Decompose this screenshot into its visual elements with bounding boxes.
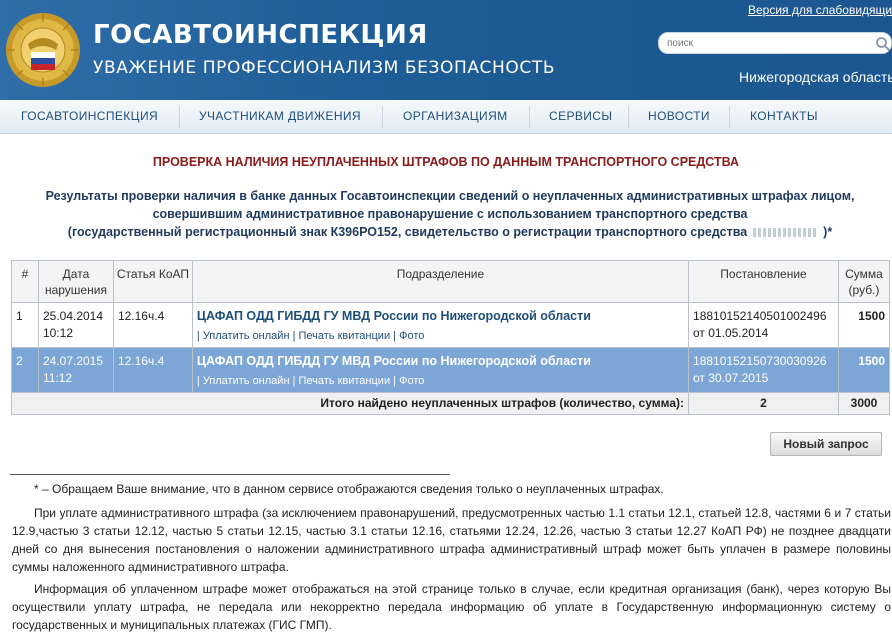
intro-line-end: )* — [823, 225, 833, 239]
intro-line: (государственный регистрационный знак К3… — [10, 223, 890, 241]
cell-amount: 1500 — [837, 302, 891, 348]
cell-decree: 18810152150730030926 от 30.07.2015 — [688, 347, 839, 393]
print-receipt-link[interactable]: Печать квитанции — [299, 375, 391, 387]
search-icon[interactable] — [875, 36, 891, 52]
unit-link[interactable]: ЦАФАП ОДД ГИБДД ГУ МВД России по Нижегор… — [197, 353, 684, 370]
decree-date: от 30.07.2015 — [693, 371, 769, 385]
column-header-decree: Постановление — [688, 260, 839, 303]
fines-table: # Дата нарушения Статья КоАП Подразделен… — [10, 260, 891, 415]
total-sum: 3000 — [837, 392, 891, 415]
cell-amount: 1500 — [837, 347, 891, 393]
violation-time: 10:12 — [42, 326, 73, 340]
search-box[interactable] — [658, 32, 892, 54]
total-label: Итого найдено неуплаченных штрафов (коли… — [10, 392, 690, 415]
results-intro: Результаты проверки наличия в банке данн… — [10, 187, 890, 241]
pay-online-link[interactable]: Уплатить онлайн — [203, 375, 290, 387]
unit-link[interactable]: ЦАФАП ОДД ГИБДД ГУ МВД России по Нижегор… — [197, 308, 684, 325]
cell-unit: ЦАФАП ОДД ГИБДД ГУ МВД России по Нижегор… — [191, 347, 690, 393]
cell-num: 1 — [11, 302, 39, 348]
search-input[interactable] — [667, 36, 867, 51]
footnote-unpaid-only: * – Обращаем Ваше внимание, что в данном… — [34, 482, 664, 496]
violation-date: 24.07.2015 — [42, 354, 104, 368]
new-request-button[interactable]: Новый запрос — [770, 432, 882, 456]
cell-date: 24.07.2015 11:12 — [37, 347, 114, 393]
nav-item-road-users[interactable]: УЧАСТНИКАМ ДВИЖЕНИЯ — [199, 100, 361, 133]
table-row-selected[interactable]: 2 24.07.2015 11:12 12.16ч.4 ЦАФАП ОДД ГИ… — [11, 347, 891, 393]
cell-article: 12.16ч.4 — [112, 302, 193, 348]
footnote-divider — [10, 474, 450, 475]
print-receipt-link[interactable]: Печать квитанции — [299, 330, 391, 342]
nav-item-gosavtoinspektsiya[interactable]: ГОСАВТОИНСПЕКЦИЯ — [21, 100, 158, 133]
table-header-row: # Дата нарушения Статья КоАП Подразделен… — [11, 260, 891, 303]
column-header-article: Статья КоАП — [112, 260, 193, 303]
nav-separator — [382, 106, 383, 128]
photo-link[interactable]: Фото — [399, 375, 424, 387]
violation-date: 25.04.2014 — [42, 309, 104, 323]
region-name[interactable]: Нижегородская область — [739, 69, 892, 85]
nav-separator — [628, 106, 629, 128]
cell-date: 25.04.2014 10:12 — [37, 302, 114, 348]
note-discount-info: При уплате административного штрафа (за … — [12, 506, 891, 574]
nav-separator — [529, 106, 530, 128]
cell-unit: ЦАФАП ОДД ГИБДД ГУ МВД России по Нижегор… — [191, 302, 690, 348]
intro-line: Результаты проверки наличия в банке данн… — [45, 189, 855, 203]
column-header-amount: Сумма (руб.) — [837, 260, 891, 303]
masked-certificate-number — [753, 228, 818, 238]
accessible-version-link[interactable]: Версия для слабовидящих — [748, 3, 892, 17]
nav-item-services[interactable]: СЕРВИСЫ — [549, 100, 612, 133]
note-payment-info: Информация об уплаченном штрафе может от… — [12, 582, 891, 632]
column-header-num: # — [11, 260, 39, 303]
site-slogan: УВАЖЕНИЕ ПРОФЕССИОНАЛИЗМ БЕЗОПАСНОСТЬ — [93, 58, 556, 78]
column-header-unit: Подразделение — [191, 260, 690, 303]
decree-date: от 01.05.2014 — [693, 326, 769, 340]
site-header: ГОСАВТОИНСПЕКЦИЯ УВАЖЕНИЕ ПРОФЕССИОНАЛИЗ… — [0, 0, 892, 100]
total-row: Итого найдено неуплаченных штрафов (коли… — [10, 392, 891, 415]
pay-online-link[interactable]: Уплатить онлайн — [203, 330, 290, 342]
police-emblem-icon[interactable] — [4, 8, 82, 92]
nav-item-contacts[interactable]: КОНТАКТЫ — [750, 100, 818, 133]
column-header-date: Дата нарушения — [37, 260, 114, 303]
cell-article: 12.16ч.4 — [112, 347, 193, 393]
nav-separator — [729, 106, 730, 128]
table-row[interactable]: 1 25.04.2014 10:12 12.16ч.4 ЦАФАП ОДД ГИ… — [11, 302, 891, 348]
total-count: 2 — [688, 392, 839, 415]
photo-link[interactable]: Фото — [399, 330, 424, 342]
nav-item-news[interactable]: НОВОСТИ — [648, 100, 710, 133]
intro-line-start: (государственный регистрационный знак К3… — [67, 225, 748, 239]
nav-item-organizations[interactable]: ОРГАНИЗАЦИЯМ — [403, 100, 508, 133]
cell-decree: 18810152140501002496 от 01.05.2014 — [688, 302, 839, 348]
nav-separator — [179, 106, 180, 128]
main-navigation: ГОСАВТОИНСПЕКЦИЯ УЧАСТНИКАМ ДВИЖЕНИЯ ОРГ… — [0, 100, 892, 134]
row-actions: | Уплатить онлайн | Печать квитанции | Ф… — [196, 330, 425, 342]
cell-num: 2 — [11, 347, 39, 393]
violation-time: 11:12 — [42, 371, 73, 385]
intro-line: совершившим административное правонаруше… — [152, 207, 748, 221]
decree-number: 18810152150730030926 — [693, 354, 827, 368]
decree-number: 18810152140501002496 — [693, 309, 827, 323]
site-title: ГОСАВТОИНСПЕКЦИЯ — [93, 20, 428, 50]
row-actions: | Уплатить онлайн | Печать квитанции | Ф… — [196, 375, 425, 387]
page-title: ПРОВЕРКА НАЛИЧИЯ НЕУПЛАЧЕННЫХ ШТРАФОВ ПО… — [152, 155, 740, 169]
